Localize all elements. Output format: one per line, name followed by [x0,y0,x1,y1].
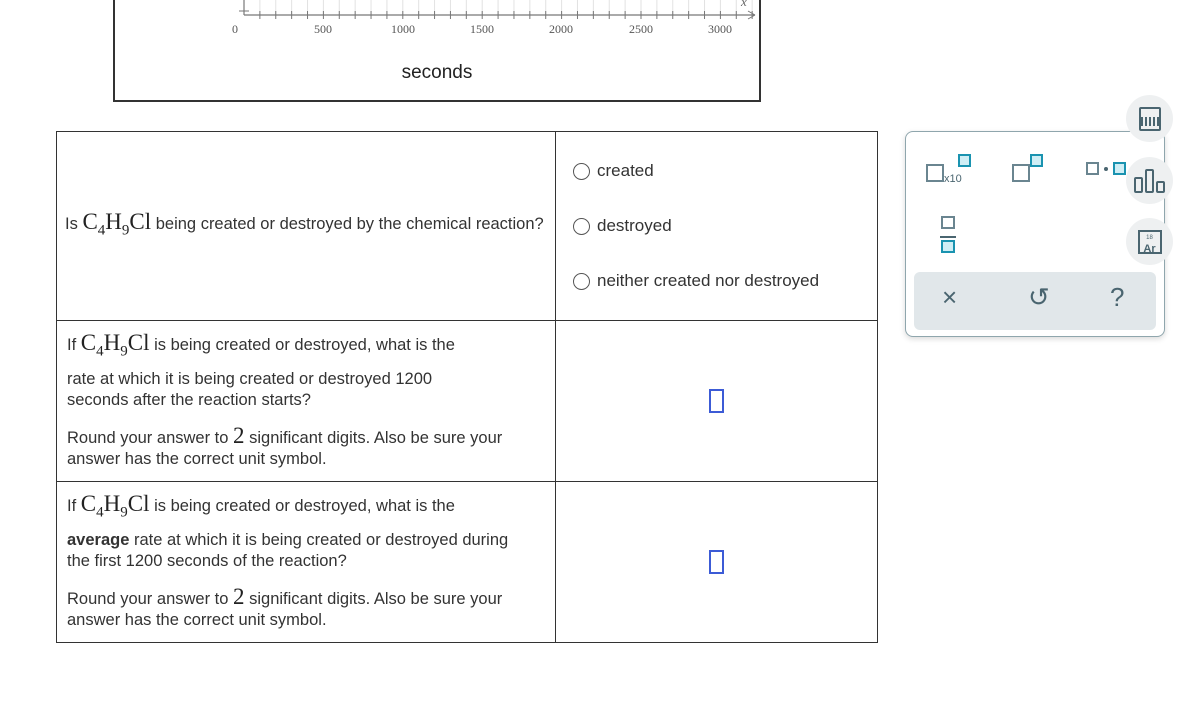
text: If [67,336,77,355]
x-axis [239,0,756,20]
calculator-button[interactable] [1126,95,1173,142]
bold-text: average [67,530,130,549]
bar-chart-icon [1134,168,1165,193]
x-axis-label: seconds [401,62,473,83]
formula: C4H9Cl [80,330,150,360]
multiply-dot-button[interactable] [1086,162,1126,175]
option-destroyed[interactable]: destroyed [573,199,876,254]
text: Round your answer to [67,589,229,608]
answer-cell [555,481,878,643]
option-label: created [597,161,654,180]
clear-button[interactable]: × [942,282,957,313]
palette-actions: × ↺ ? [914,272,1156,330]
radio-button[interactable] [573,217,590,235]
question-text: rate at which it is being created or des… [67,530,509,570]
tick-label: 3000 [708,22,732,36]
text: If [67,497,77,516]
answer-cell [555,320,878,482]
radio-button[interactable] [573,272,590,290]
question-cell: If C4H9Cl is being created or destroyed,… [56,481,556,643]
fraction-button[interactable] [940,216,956,258]
option-created[interactable]: created [573,144,876,199]
radio-button[interactable] [573,162,590,180]
options-cell: created destroyed neither created nor de… [555,131,878,321]
exponent-button[interactable] [1012,154,1043,187]
text: is being created or destroyed, what is t… [154,336,455,355]
scientific-notation-button[interactable]: x10 [926,154,971,187]
formula: C4H9Cl [80,491,150,521]
x10-label: x10 [944,173,962,185]
tick-label: 0 [232,22,238,36]
text: Is [65,214,78,233]
tick-label: 2500 [629,22,653,36]
option-label: destroyed [597,216,672,235]
question-row: If C4H9Cl is being created or destroyed,… [56,481,878,643]
option-neither[interactable]: neither created nor destroyed [573,254,876,309]
periodic-table-icon: 18 Ar [1137,229,1162,254]
text: is being created or destroyed, what is t… [154,497,455,516]
tick-label: 500 [314,22,332,36]
option-label: neither created nor destroyed [597,271,820,290]
question-cell: Is C4H9Cl being created or destroyed by … [56,131,556,321]
digits: 2 [233,583,245,609]
answer-input[interactable] [709,550,724,574]
chart-button[interactable] [1126,157,1173,204]
question-row: If C4H9Cl is being created or destroyed,… [56,320,878,482]
question-row: Is C4H9Cl being created or destroyed by … [56,131,878,321]
digits: 2 [233,422,245,448]
question-text: rate at which it is being created or des… [67,369,433,409]
answer-input[interactable] [709,389,724,413]
tick-label: 2000 [549,22,573,36]
graph: 0 500 1000 1500 2000 2500 3000 x seconds [113,0,761,102]
text: Round your answer to [67,428,229,447]
question-cell: If C4H9Cl is being created or destroyed,… [56,320,556,482]
formula: C4H9Cl [82,208,152,239]
tick-label: 1500 [470,22,494,36]
x-axis-variable: x [741,0,747,9]
tick-label: 1000 [391,22,415,36]
question-text: being created or destroyed by the chemic… [155,214,544,233]
calculator-icon [1138,106,1161,131]
undo-button[interactable]: ↺ [1028,282,1050,313]
help-button[interactable]: ? [1110,282,1124,313]
periodic-table-button[interactable]: 18 Ar [1126,218,1173,265]
question-table: Is C4H9Cl being created or destroyed by … [56,131,878,643]
